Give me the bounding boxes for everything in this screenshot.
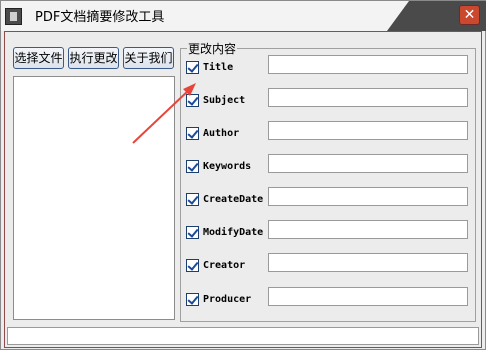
app-window: PDF文档摘要修改工具 ✕ 选择文件 执行更改 关于我们 更改内容 Title … xyxy=(0,0,486,350)
select-file-button[interactable]: 选择文件 xyxy=(13,47,64,69)
createdate-checkbox[interactable] xyxy=(186,193,199,206)
title-checkbox[interactable] xyxy=(186,61,199,74)
producer-checkbox[interactable] xyxy=(186,293,199,306)
close-button[interactable]: ✕ xyxy=(459,5,480,25)
author-checkbox[interactable] xyxy=(186,127,199,140)
status-bar xyxy=(7,327,479,345)
createdate-input[interactable] xyxy=(268,187,468,206)
producer-label: Producer xyxy=(203,294,252,305)
title-input[interactable] xyxy=(268,55,468,74)
author-label: Author xyxy=(203,128,240,139)
modifydate-checkbox[interactable] xyxy=(186,226,199,239)
file-list[interactable] xyxy=(13,76,175,320)
group-legend: 更改内容 xyxy=(187,40,238,57)
createdate-label: CreateDate xyxy=(203,194,264,205)
creator-label: Creator xyxy=(203,260,246,271)
title-label: Title xyxy=(203,62,234,73)
subject-label: Subject xyxy=(203,95,246,106)
modifydate-label: ModifyDate xyxy=(203,227,264,238)
subject-checkbox[interactable] xyxy=(186,94,199,107)
producer-input[interactable] xyxy=(268,287,468,306)
keywords-checkbox[interactable] xyxy=(186,160,199,173)
modifydate-input[interactable] xyxy=(268,220,468,239)
about-us-button[interactable]: 关于我们 xyxy=(123,47,174,69)
app-icon xyxy=(5,8,22,25)
window-title: PDF文档摘要修改工具 xyxy=(35,10,165,25)
keywords-label: Keywords xyxy=(203,161,252,172)
keywords-input[interactable] xyxy=(268,154,468,173)
subject-input[interactable] xyxy=(268,88,468,107)
creator-checkbox[interactable] xyxy=(186,259,199,272)
execute-change-button[interactable]: 执行更改 xyxy=(68,47,119,69)
author-input[interactable] xyxy=(268,121,468,140)
creator-input[interactable] xyxy=(268,253,468,272)
